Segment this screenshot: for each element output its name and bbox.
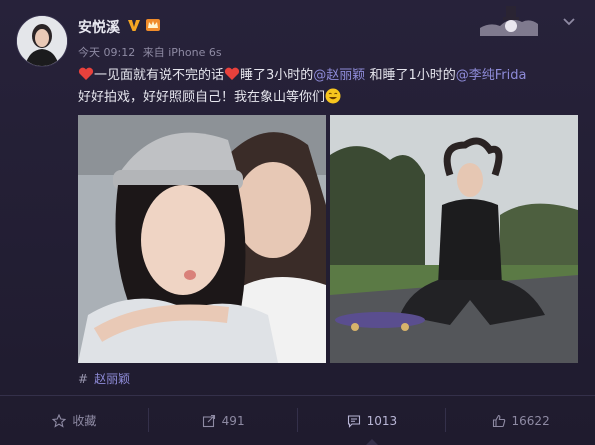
topic-label: 赵丽颖 xyxy=(94,372,131,386)
mention-link[interactable]: @李纯Frida xyxy=(456,68,527,83)
hash-icon: # xyxy=(78,372,89,386)
card-decoration-image xyxy=(480,6,538,36)
crown-badge-icon[interactable] xyxy=(145,18,161,32)
like-icon xyxy=(492,414,505,427)
post-text-part3: 和睡了1小时的 xyxy=(365,68,456,83)
post-text-part1: 一见面就有说不完的话 xyxy=(94,68,225,83)
favorite-label: 收藏 xyxy=(72,414,97,428)
like-count: 16622 xyxy=(511,413,550,428)
post-time[interactable]: 今天 09:12 xyxy=(78,46,135,59)
avatar[interactable] xyxy=(16,15,68,67)
post-text-line2: 好好拍戏，好好照顾自己！我在象山等你们 xyxy=(78,90,326,105)
mention-link[interactable]: @赵丽颖 xyxy=(313,68,365,83)
post-meta: 今天 09:12 来自 iPhone 6s xyxy=(78,44,226,60)
comment-button[interactable]: 1013 xyxy=(298,396,447,445)
verified-icon xyxy=(128,20,140,31)
topic-tag[interactable]: # 赵丽颖 xyxy=(78,370,130,387)
comment-icon xyxy=(347,414,360,428)
heart-emoji-icon xyxy=(224,67,240,80)
like-button[interactable]: 16622 xyxy=(446,396,595,445)
comment-count: 1013 xyxy=(366,413,398,428)
repost-icon xyxy=(202,414,215,427)
post-photo-2[interactable] xyxy=(330,115,578,363)
repost-button[interactable]: 491 xyxy=(149,396,298,445)
post-photo-1[interactable] xyxy=(78,115,326,363)
action-bar: 收藏 491 1013 16622 xyxy=(0,396,595,445)
author-name[interactable]: 安悦溪 xyxy=(78,17,120,37)
post-source: iPhone 6s xyxy=(168,46,222,59)
smile-emoji-icon xyxy=(325,88,341,104)
repost-count: 491 xyxy=(221,413,245,428)
star-icon xyxy=(52,413,67,428)
favorite-button[interactable]: 收藏 xyxy=(0,396,149,445)
source-prefix: 来自 xyxy=(142,46,165,59)
post-text: 一见面就有说不完的话 睡了3小时的@赵丽颖 和睡了1小时的@李纯Frida 好好拍戏… xyxy=(78,65,578,109)
post-text-part2: 睡了3小时的 xyxy=(240,68,314,83)
heart-emoji-icon xyxy=(78,67,94,80)
chevron-down-icon[interactable] xyxy=(560,12,578,30)
weibo-post-card: 安悦溪 今天 09:12 来自 iPhone 6s 一见面就有说不完的话 睡了3小… xyxy=(0,0,595,445)
